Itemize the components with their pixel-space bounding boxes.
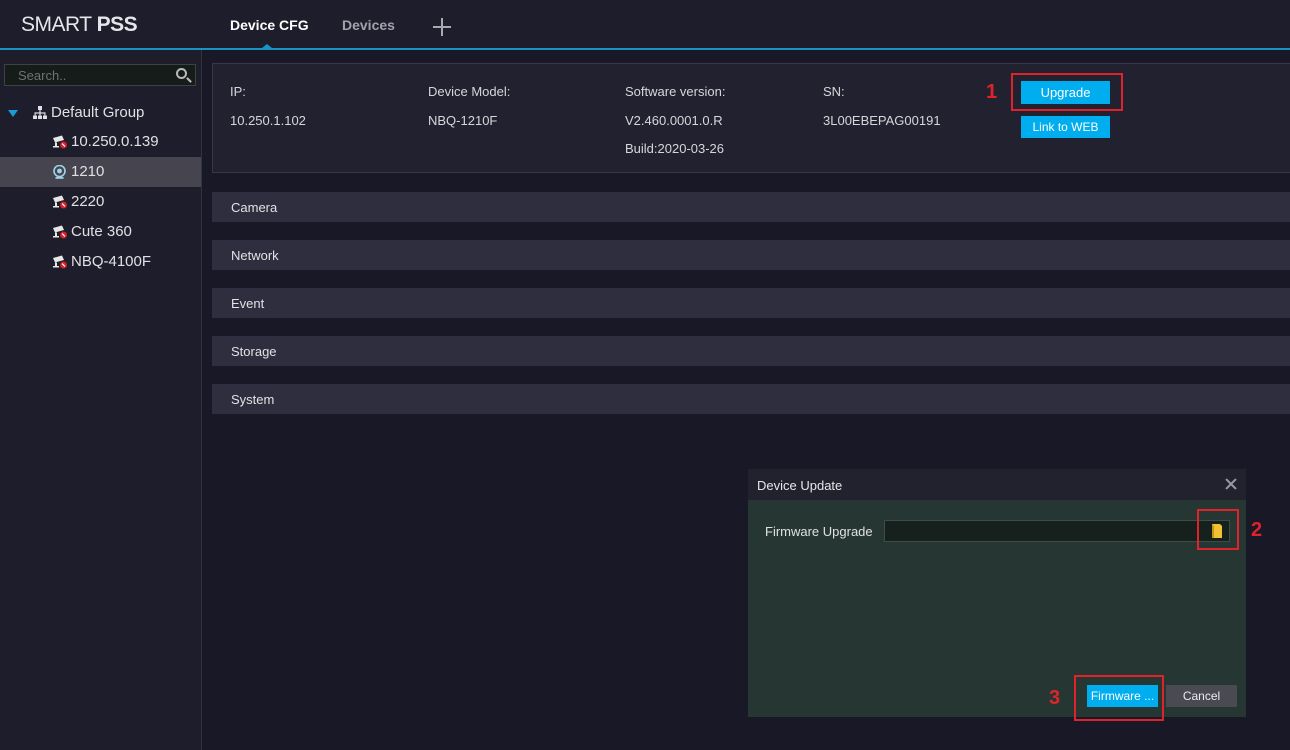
cancel-button[interactable]: Cancel (1166, 685, 1237, 707)
device-item-10-250-0-139[interactable]: 10.250.0.139 (0, 127, 201, 157)
sn-label: SN: (823, 84, 845, 99)
device-item-nbq-4100f[interactable]: NBQ-4100F (0, 247, 201, 277)
annotation-box-folder (1197, 509, 1239, 550)
ip-label: IP: (230, 84, 246, 99)
camera-offline-icon (53, 255, 67, 269)
close-icon[interactable] (1224, 477, 1238, 491)
search-box[interactable] (4, 64, 196, 86)
build-value: Build:2020-03-26 (625, 141, 725, 156)
dialog-title: Device Update (757, 478, 843, 493)
group-default-label[interactable]: Default Group (51, 104, 144, 121)
device-item-2220[interactable]: 2220 (0, 187, 201, 217)
camera-offline-icon (53, 195, 67, 209)
section-event[interactable]: Event (212, 288, 1290, 318)
section-system[interactable]: System (212, 384, 1290, 414)
add-tab-icon[interactable] (430, 15, 454, 39)
section-label: System (231, 392, 275, 407)
section-label: Event (231, 296, 265, 311)
section-camera[interactable]: Camera (212, 192, 1290, 222)
group-tree-icon (33, 106, 47, 119)
camera-offline-icon (53, 225, 67, 239)
expand-caret-icon[interactable] (8, 110, 18, 117)
ip-value: 10.250.1.102 (230, 113, 306, 128)
tab-devices[interactable]: Devices (342, 17, 395, 33)
model-label: Device Model: (428, 84, 511, 99)
app-logo: SMART PSS (21, 13, 138, 36)
model-value: NBQ-1210F (428, 113, 498, 128)
device-label: 10.250.0.139 (71, 133, 159, 150)
annotation-step-3: 3 (1049, 687, 1061, 709)
camera-offline-icon (53, 135, 67, 149)
annotation-box-upgrade (1011, 73, 1123, 111)
device-info-panel: IP: 10.250.1.102 Device Model: NBQ-1210F… (212, 63, 1290, 173)
firmware-path-field[interactable] (884, 520, 1230, 542)
top-bar: SMART PSS Device CFG Devices (0, 0, 1290, 50)
device-label: NBQ-4100F (71, 253, 152, 270)
software-label: Software version: (625, 84, 726, 99)
annotation-box-firmware (1074, 675, 1164, 721)
device-label: Cute 360 (71, 223, 132, 240)
device-update-dialog: Device Update Firmware Upgrade Firmware … (748, 469, 1246, 717)
search-input[interactable] (5, 65, 178, 85)
device-item-1210[interactable]: 1210 (0, 157, 201, 187)
device-label: 2220 (71, 193, 105, 210)
section-storage[interactable]: Storage (212, 336, 1290, 366)
dialog-header: Device Update (748, 469, 1246, 500)
search-icon[interactable] (176, 68, 187, 79)
device-item-cute-360[interactable]: Cute 360 (0, 217, 201, 247)
annotation-step-2: 2 (1251, 519, 1263, 541)
section-label: Network (231, 248, 279, 263)
camera-online-icon (53, 165, 66, 179)
sn-value: 3L00EBEPAG00191 (823, 113, 941, 128)
software-value: V2.460.0001.0.R (625, 113, 723, 128)
section-label: Camera (231, 200, 278, 215)
annotation-step-1: 1 (986, 81, 998, 103)
device-label: 1210 (71, 163, 105, 180)
section-network[interactable]: Network (212, 240, 1290, 270)
firmware-upgrade-label: Firmware Upgrade (765, 524, 873, 539)
link-to-web-button[interactable]: Link to WEB (1021, 116, 1110, 138)
device-tree-sidebar: Default Group 10.250.0.139 1210 2220 (0, 50, 202, 750)
tab-device-cfg[interactable]: Device CFG (230, 17, 309, 33)
section-label: Storage (231, 344, 277, 359)
